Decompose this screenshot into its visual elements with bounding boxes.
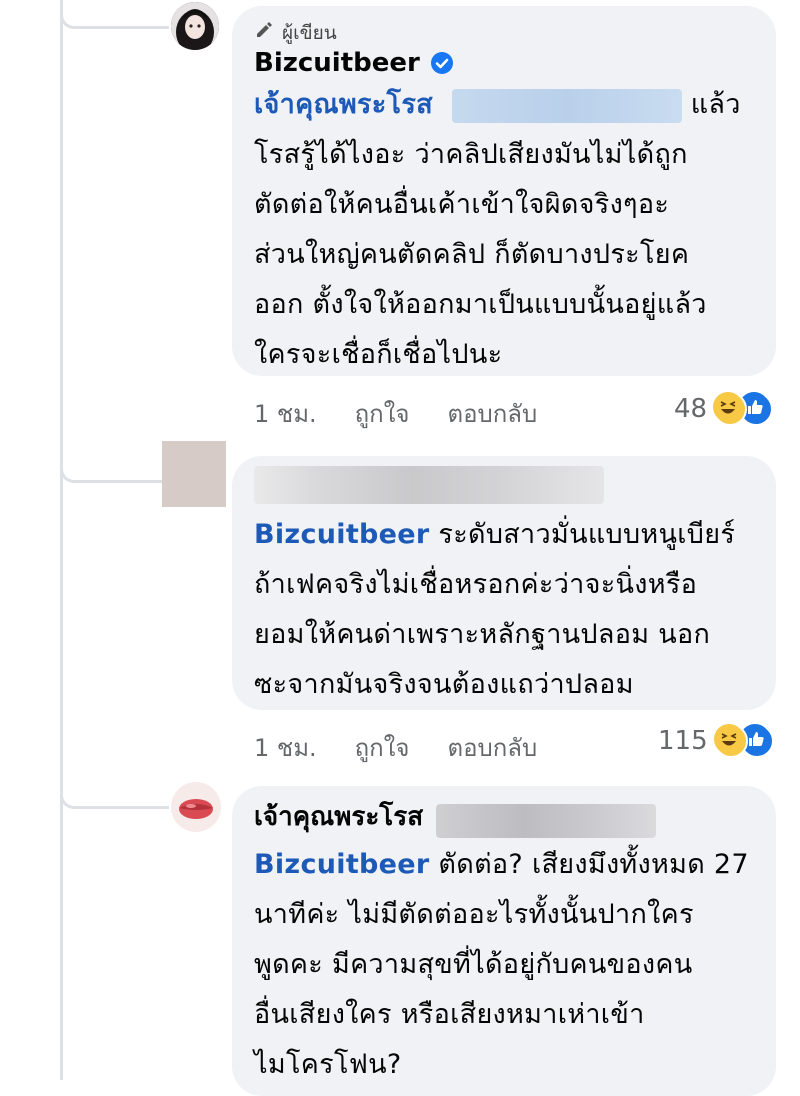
mention-link[interactable]: Bizcuitbeer: [254, 519, 430, 550]
mention-link[interactable]: Bizcuitbeer: [254, 849, 430, 880]
comment-text: Bizcuitbeer ตัดต่อ? เสียงมึงทั้งหมด 27 น…: [254, 840, 756, 1090]
comment-text-line: นาทีค่ะ ไม่มีตัดต่ออะไรทั้งนั้นปากใคร: [254, 898, 694, 930]
author-badge-label: ผู้เขียน: [282, 22, 337, 44]
comment-text-line: ไมโครโฟน?: [254, 1048, 402, 1080]
reply-connector: [60, 770, 169, 809]
comment-text: Bizcuitbeer ระดับสาวมั่นแบบหนูเบียร์ ถ้า…: [254, 510, 756, 710]
reaction-summary[interactable]: 48: [674, 392, 774, 426]
comment-actions: 1 ชม. ถูกใจ ตอบกลับ: [254, 394, 537, 433]
like-button[interactable]: ถูกใจ: [355, 728, 410, 767]
comment-text-line: ตัดต่อ? เสียงมึงทั้งหมด 27: [438, 848, 749, 880]
like-button[interactable]: ถูกใจ: [355, 394, 410, 433]
reply-button[interactable]: ตอบกลับ: [447, 728, 537, 767]
comment-timestamp[interactable]: 1 ชม.: [254, 394, 317, 433]
verified-badge-icon: [430, 51, 454, 75]
reply-connector: [60, 440, 163, 483]
pencil-icon: [254, 20, 274, 46]
reaction-summary[interactable]: 115: [658, 724, 774, 758]
redacted-name: [436, 803, 657, 838]
comment-text-line: อื่นเสียงใคร หรือเสียงหมาเห่าเข้า: [254, 998, 645, 1030]
redacted-name: [254, 466, 604, 504]
comment-text-line: ยอมให้คนด่าเพราะหลักฐานปลอม นอก: [254, 619, 711, 650]
comment-timestamp[interactable]: 1 ชม.: [254, 728, 317, 767]
author-badge: ผู้เขียน: [254, 20, 756, 46]
comment-text-line: ตัดต่อให้คนอื่นเค้าเข้าใจผิดจริงๆอะ: [254, 189, 670, 220]
avatar-rose[interactable]: [171, 782, 221, 832]
comment-text-line: ซะจากมันจริงจนต้องแถว่าปลอม: [254, 669, 634, 700]
reply-connector: [60, 0, 169, 29]
avatar-bizcuitbeer[interactable]: [171, 2, 219, 50]
comment-actions: 1 ชม. ถูกใจ ตอบกลับ: [254, 728, 537, 767]
comment-text-line: ใครจะเชื่อก็เชื่อไปนะ: [254, 339, 503, 370]
comment-bubble: เจ้าคุณพระโรส Bizcuitbeer ตัดต่อ? เสียงม…: [232, 786, 776, 1096]
avatar-commenter[interactable]: [162, 441, 226, 507]
mention-link[interactable]: เจ้าคุณพระโรส: [254, 89, 433, 120]
comment-text: เจ้าคุณพระโรส แล้ว โรสรู้ได้ไงอะ ว่าคลิป…: [254, 80, 756, 380]
comment-text-line: พูดคะ มีความสุขที่ได้อยู่กับคนของคน: [254, 948, 693, 980]
haha-reaction-icon: [713, 392, 748, 426]
comment-text-line: โรสรู้ได้ไงอะ ว่าคลิปเสียงมันไม่ได้ถูก: [254, 139, 688, 170]
reaction-count: 48: [674, 394, 708, 424]
comment-text-line: ออก ตั้งใจให้ออกมาเป็นแบบนั้นอยู่แล้ว: [254, 289, 707, 320]
comment-text-line: ส่วนใหญ่คนตัดคลิป ก็ตัดบางประโยค: [254, 239, 690, 270]
comment-bubble: Bizcuitbeer ระดับสาวมั่นแบบหนูเบียร์ ถ้า…: [232, 456, 776, 710]
reaction-count: 115: [658, 726, 708, 756]
redacted-name: [451, 88, 682, 123]
comment-author-name[interactable]: เจ้าคุณพระโรส: [254, 802, 423, 832]
haha-reaction-icon: [713, 724, 748, 758]
comment-bubble-author: ผู้เขียน Bizcuitbeer เจ้าคุณพระโรส แล้ว …: [232, 6, 776, 376]
thread-line: [60, 0, 63, 1080]
comment-author-name[interactable]: Bizcuitbeer: [254, 46, 420, 80]
comment-text-line: ระดับสาวมั่นแบบหนูเบียร์: [438, 519, 736, 550]
reply-button[interactable]: ตอบกลับ: [447, 394, 537, 433]
comment-text-line: แล้ว: [690, 89, 741, 120]
comment-text-line: ถ้าเฟคจริงไม่เชื่อหรอกค่ะว่าจะนิ่งหรือ: [254, 569, 698, 600]
